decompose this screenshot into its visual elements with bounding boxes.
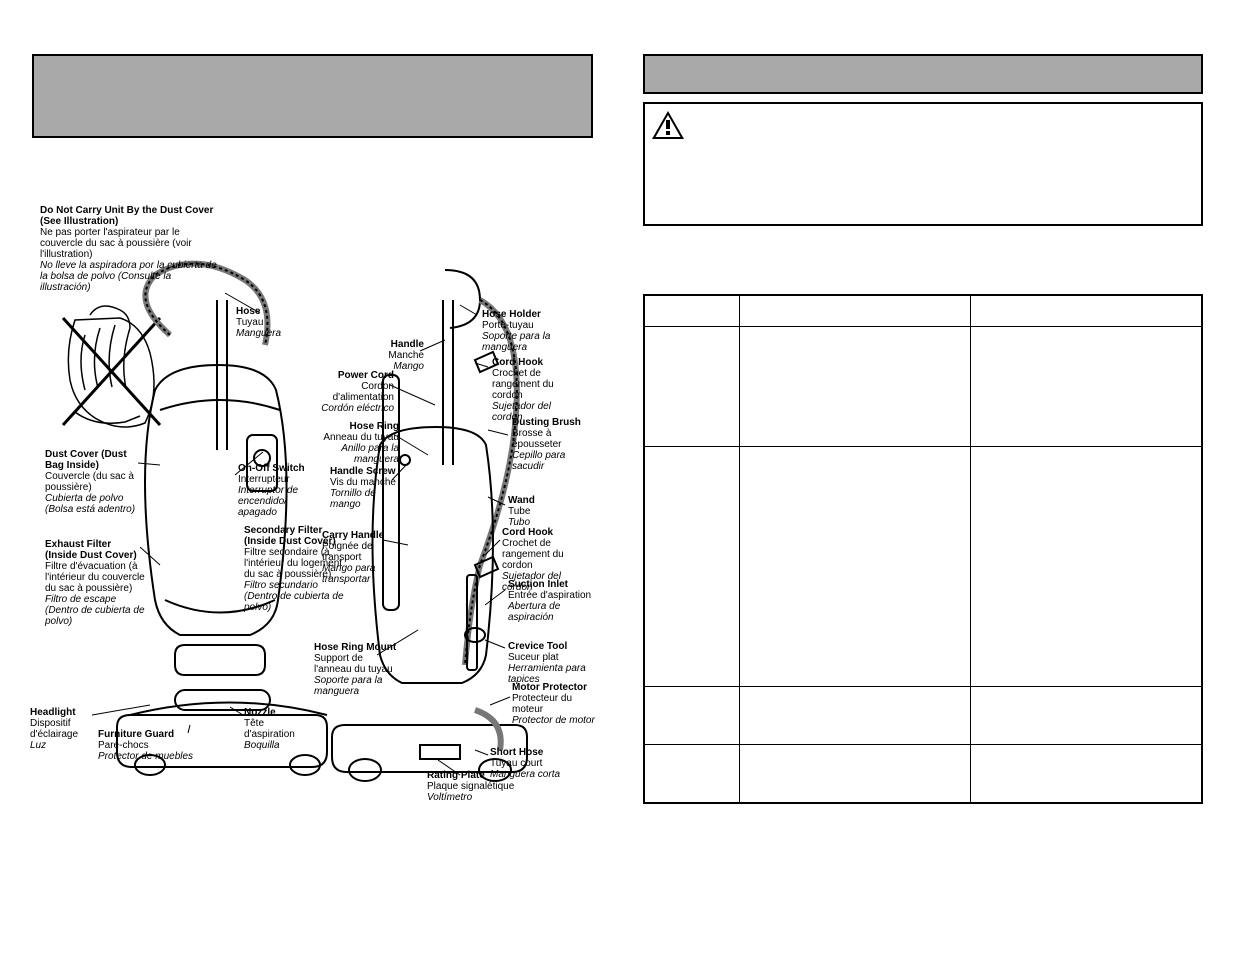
label-crevice-tool: Crevice ToolSuceur platHerramienta para …	[508, 641, 598, 685]
label-rating-plate: Rating Plate Plaque signalétique Voltíme…	[427, 770, 557, 803]
label-headlight: HeadlightDispositif d'éclairageLuz	[30, 707, 105, 751]
table-row	[644, 687, 1203, 745]
warning-es: No lleve la aspiradora por la cubierta d…	[40, 260, 220, 293]
label-dusting-brush: Dusting BrushBrosse à épousseterCepillo …	[512, 417, 592, 472]
left-page: Do Not Carry Unit By the Dust Cover (See…	[0, 0, 618, 954]
th-col3	[971, 295, 1203, 327]
th-col1	[644, 295, 740, 327]
label-cord-hook-upper: Cord HookCrochet de rangement du cordonS…	[492, 357, 582, 423]
label-on-off: On-Off SwitchInterrupteurInterruptor de …	[238, 463, 318, 518]
right-page	[618, 0, 1235, 954]
label-hose-ring: Hose RingAnneau du tuyauAnillo para la m…	[314, 421, 399, 465]
table-header-row	[644, 295, 1203, 327]
label-carry-handle: Carry HandlePoignée de transportMango pa…	[322, 530, 402, 585]
label-furniture-guard: Furniture GuardPare-chocsProtector de mu…	[98, 729, 218, 762]
warning-note-box	[643, 102, 1204, 226]
label-wand: WandTubeTubo	[508, 495, 568, 528]
label-dust-cover: Dust Cover (Dust Bag Inside)Couvercle (d…	[45, 449, 140, 515]
table-row	[644, 327, 1203, 447]
label-hose-holder: Hose HolderPorte-tuyauSoporte para la ma…	[482, 309, 577, 353]
left-header-banner	[32, 54, 593, 138]
parts-diagram: Do Not Carry Unit By the Dust Cover (See…	[30, 205, 583, 804]
label-handle: HandleMancheMango	[364, 339, 424, 372]
warning-fr: Ne pas porter l'aspirateur par le couver…	[40, 227, 220, 260]
table-row	[644, 447, 1203, 687]
warning-label: Do Not Carry Unit By the Dust Cover (See…	[40, 205, 220, 293]
label-power-cord: Power CordCordon d'alimentationCordón el…	[314, 370, 394, 414]
label-hose-ring-mount: Hose Ring MountSupport de l'anneau du tu…	[314, 642, 399, 697]
label-hose: HoseTuyauManguera	[236, 306, 306, 339]
warning-en: Do Not Carry Unit By the Dust Cover (See…	[40, 205, 220, 227]
label-handle-screw: Handle ScrewVis du mancheTornillo de man…	[330, 466, 400, 510]
warning-icon	[651, 110, 685, 140]
label-nozzle: NozzleTête d'aspirationBoquilla	[244, 707, 314, 751]
troubleshooting-table	[643, 294, 1204, 804]
label-exhaust-filter: Exhaust Filter (Inside Dust Cover)Filtre…	[45, 539, 145, 627]
label-motor-protector: Motor ProtectorProtecteur du moteurProte…	[512, 682, 597, 726]
table-row	[644, 745, 1203, 803]
right-header-banner	[643, 54, 1204, 94]
th-col2	[739, 295, 970, 327]
label-suction-inlet: Suction InletEntrée d'aspirationAbertura…	[508, 579, 593, 623]
